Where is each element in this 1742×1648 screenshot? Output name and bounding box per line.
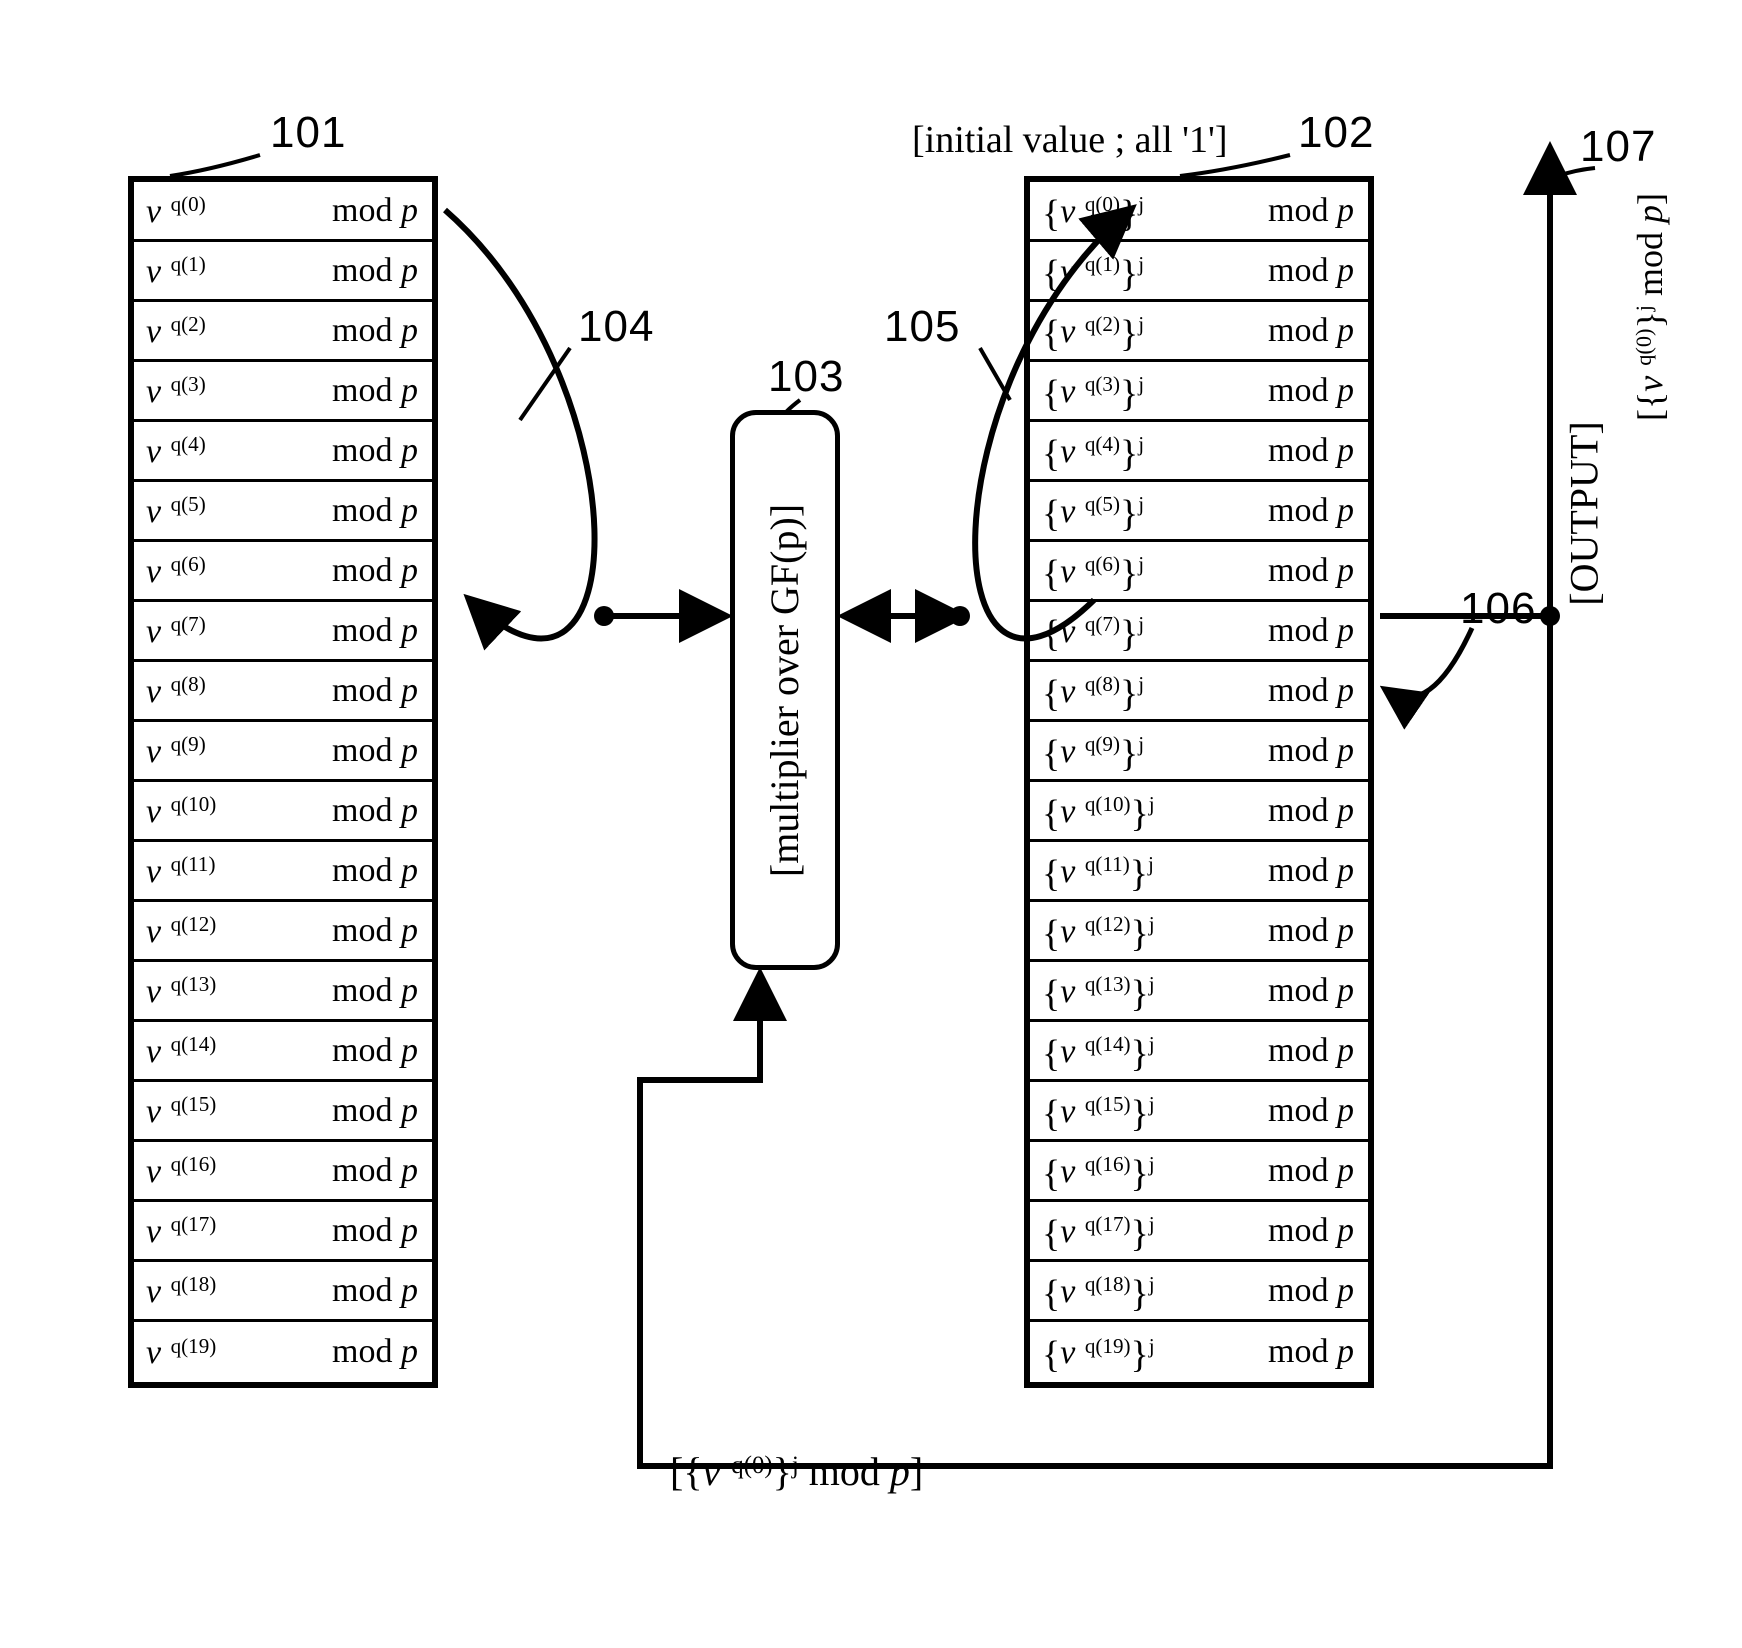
table-row: ν q(0)mod p	[134, 182, 432, 242]
table-row: {ν q(11)}jmod p	[1030, 842, 1368, 902]
table-row: {ν q(7)}jmod p	[1030, 602, 1368, 662]
table-row: {ν q(10)}jmod p	[1030, 782, 1368, 842]
table-row: {ν q(16)}jmod p	[1030, 1142, 1368, 1202]
table-row: ν q(1)mod p	[134, 242, 432, 302]
diagram-canvas: 101 102 103 104 105 106 107 [initial val…	[0, 0, 1742, 1648]
multiplier-label: [multiplier over GF(p)]	[762, 503, 809, 876]
table-row: ν q(8)mod p	[134, 662, 432, 722]
table-row: ν q(10)mod p	[134, 782, 432, 842]
table-row: ν q(5)mod p	[134, 482, 432, 542]
table-row: {ν q(15)}jmod p	[1030, 1082, 1368, 1142]
table-row: ν q(15)mod p	[134, 1082, 432, 1142]
table-row: ν q(9)mod p	[134, 722, 432, 782]
ref-104: 104	[578, 302, 654, 352]
table-row: {ν q(8)}jmod p	[1030, 662, 1368, 722]
table-row: {ν q(13)}jmod p	[1030, 962, 1368, 1022]
ref-106: 106	[1460, 584, 1536, 634]
table-row: {ν q(6)}jmod p	[1030, 542, 1368, 602]
table-row: {ν q(12)}jmod p	[1030, 902, 1368, 962]
table-102: {ν q(0)}jmod p{ν q(1)}jmod p{ν q(2)}jmod…	[1024, 176, 1374, 1388]
table-row: {ν q(5)}jmod p	[1030, 482, 1368, 542]
table-row: ν q(17)mod p	[134, 1202, 432, 1262]
table-row: ν q(12)mod p	[134, 902, 432, 962]
table-row: ν q(18)mod p	[134, 1262, 432, 1322]
table-row: {ν q(4)}jmod p	[1030, 422, 1368, 482]
table-row: {ν q(17)}jmod p	[1030, 1202, 1368, 1262]
ref-103: 103	[768, 352, 844, 402]
table-row: ν q(14)mod p	[134, 1022, 432, 1082]
table-row: ν q(3)mod p	[134, 362, 432, 422]
table-row: {ν q(1)}jmod p	[1030, 242, 1368, 302]
table-row: ν q(16)mod p	[134, 1142, 432, 1202]
note-initial-value: [initial value ; all '1']	[912, 118, 1228, 162]
table-row: {ν q(3)}jmod p	[1030, 362, 1368, 422]
table-row: ν q(7)mod p	[134, 602, 432, 662]
table-row: ν q(2)mod p	[134, 302, 432, 362]
ref-102: 102	[1298, 108, 1374, 158]
table-row: ν q(6)mod p	[134, 542, 432, 602]
table-row: ν q(4)mod p	[134, 422, 432, 482]
table-row: ν q(19)mod p	[134, 1322, 432, 1382]
table-row: {ν q(9)}jmod p	[1030, 722, 1368, 782]
multiplier-box: [multiplier over GF(p)]	[730, 410, 840, 970]
ref-105: 105	[884, 302, 960, 352]
label-output-expr: [{ν q(0)}j mod p]	[1629, 137, 1671, 477]
table-row: {ν q(2)}jmod p	[1030, 302, 1368, 362]
ref-101: 101	[270, 108, 346, 158]
table-row: ν q(13)mod p	[134, 962, 432, 1022]
table-row: {ν q(18)}jmod p	[1030, 1262, 1368, 1322]
note-feedback: [{ν q(0)}j mod p]	[670, 1448, 923, 1495]
table-row: {ν q(0)}jmod p	[1030, 182, 1368, 242]
table-row: {ν q(19)}jmod p	[1030, 1322, 1368, 1382]
table-row: ν q(11)mod p	[134, 842, 432, 902]
label-output: [OUTPUT]	[1561, 384, 1608, 644]
table-101: ν q(0)mod pν q(1)mod pν q(2)mod pν q(3)m…	[128, 176, 438, 1388]
table-row: {ν q(14)}jmod p	[1030, 1022, 1368, 1082]
